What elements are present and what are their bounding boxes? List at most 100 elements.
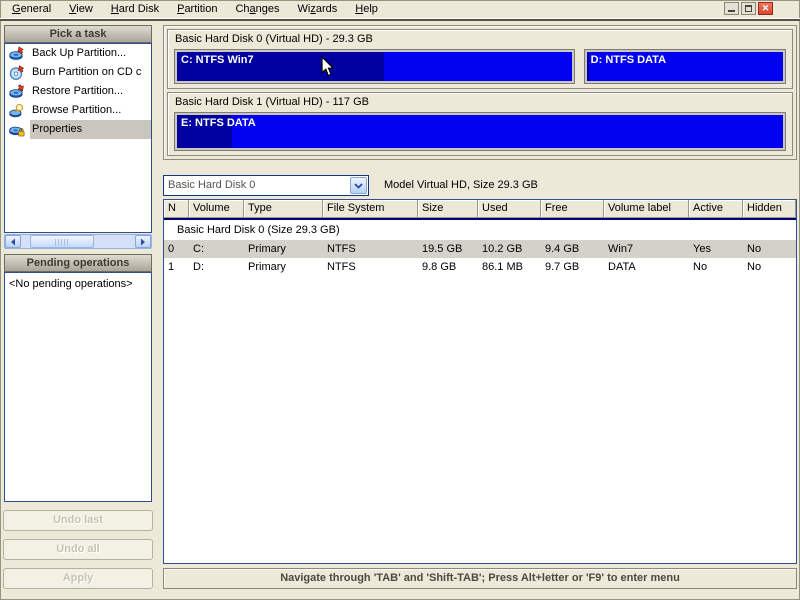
task-item-restore-partition[interactable]: Restore Partition... xyxy=(5,82,151,101)
disk-1-bars: E: NTFS DATA xyxy=(174,112,786,151)
disk-map-panel: Basic Hard Disk 0 (Virtual HD) - 29.3 GB… xyxy=(163,25,797,160)
partition-label: D: NTFS DATA xyxy=(590,54,667,66)
partition-label: E: NTFS DATA xyxy=(181,117,256,129)
column-header-used[interactable]: Used xyxy=(478,200,541,218)
scroll-left-button[interactable] xyxy=(5,235,21,248)
menu-bar: General View Hard Disk Partition Changes… xyxy=(0,0,800,18)
menu-hard-disk[interactable]: Hard Disk xyxy=(102,1,168,17)
table-cell: NTFS xyxy=(327,261,356,273)
task-item-backup-partition[interactable]: Back Up Partition... xyxy=(5,44,151,63)
arrow-left-icon xyxy=(11,238,15,245)
minimize-button[interactable] xyxy=(724,2,739,15)
volumes-table: N Volume Type File System Size Used Free… xyxy=(163,199,797,564)
tasks-panel-header: Pick a task xyxy=(4,25,152,43)
app-window: General View Hard Disk Partition Changes… xyxy=(0,0,800,600)
table-cell: Primary xyxy=(248,243,286,255)
combo-dropdown-button[interactable] xyxy=(350,177,367,194)
partition-bar-d[interactable]: D: NTFS DATA xyxy=(583,49,786,84)
undo-last-button[interactable]: Undo last xyxy=(3,510,153,531)
apply-button[interactable]: Apply xyxy=(3,568,153,589)
disk-selector-row: Basic Hard Disk 0 Model Virtual HD, Size… xyxy=(163,175,797,196)
partition-bar-e[interactable]: E: NTFS DATA xyxy=(174,112,786,151)
column-header-active[interactable]: Active xyxy=(689,200,743,218)
table-cell: 9.4 GB xyxy=(545,243,580,255)
partition-bar-c[interactable]: C: NTFS Win7 xyxy=(174,49,575,84)
disk-1-section: Basic Hard Disk 1 (Virtual HD) - 117 GB … xyxy=(167,92,793,156)
task-item-browse-partition[interactable]: Browse Partition... xyxy=(5,101,151,120)
restore-partition-icon xyxy=(9,83,25,100)
properties-icon xyxy=(9,122,25,138)
table-row[interactable]: 0 C: Primary NTFS 19.5 GB 10.2 GB 9.4 GB… xyxy=(164,240,796,258)
sidebar: Pick a task Back Up Partition... Burn Pa… xyxy=(0,21,160,600)
task-label: Burn Partition on CD c xyxy=(32,66,142,78)
menu-view[interactable]: View xyxy=(60,1,102,17)
maximize-icon xyxy=(745,5,752,12)
table-cell: No xyxy=(747,243,762,255)
status-bar: Navigate through 'TAB' and 'Shift-TAB'; … xyxy=(163,568,797,589)
mouse-cursor xyxy=(321,56,335,77)
undo-all-button[interactable]: Undo all xyxy=(3,539,153,560)
table-row[interactable]: 1 D: Primary NTFS 9.8 GB 86.1 MB 9.7 GB … xyxy=(164,258,796,276)
disk-0-title: Basic Hard Disk 0 (Virtual HD) - 29.3 GB xyxy=(175,33,373,45)
combo-selected-value: Basic Hard Disk 0 xyxy=(168,179,256,191)
chevron-down-icon xyxy=(354,182,363,189)
browse-partition-icon xyxy=(9,103,25,119)
table-cell: 86.1 MB xyxy=(482,261,523,273)
task-list-horizontal-scrollbar[interactable] xyxy=(4,234,152,249)
close-icon: ✕ xyxy=(761,3,770,13)
task-label: Restore Partition... xyxy=(32,85,124,97)
table-cell: 9.7 GB xyxy=(545,261,580,273)
task-list: Back Up Partition... Burn Partition on C… xyxy=(4,43,152,233)
pending-empty-text: <No pending operations> xyxy=(9,278,133,290)
table-cell: Primary xyxy=(248,261,286,273)
table-cell: C: xyxy=(193,243,204,255)
menu-changes[interactable]: Changes xyxy=(226,1,288,17)
column-header-volume[interactable]: Volume xyxy=(189,200,244,218)
task-label: Properties xyxy=(30,120,151,139)
disk-0-bars: C: NTFS Win7 D: NTFS DATA xyxy=(174,49,786,84)
disk-0-section: Basic Hard Disk 0 (Virtual HD) - 29.3 GB… xyxy=(167,29,793,89)
table-cell: 19.5 GB xyxy=(422,243,463,255)
table-cell: 9.8 GB xyxy=(422,261,457,273)
table-cell: 0 xyxy=(168,243,175,255)
burn-cd-icon xyxy=(9,64,25,81)
table-cell: No xyxy=(747,261,762,273)
column-header-n[interactable]: N xyxy=(164,200,189,218)
menu-general[interactable]: General xyxy=(3,1,60,17)
scrollbar-thumb[interactable] xyxy=(30,235,94,248)
table-cell: Yes xyxy=(693,243,711,255)
column-header-size[interactable]: Size xyxy=(418,200,478,218)
table-cell: D: xyxy=(193,261,204,273)
close-button[interactable]: ✕ xyxy=(758,2,773,15)
table-cell: NTFS xyxy=(327,243,356,255)
disk-selector-combobox[interactable]: Basic Hard Disk 0 xyxy=(163,175,369,196)
task-item-properties[interactable]: Properties xyxy=(5,120,151,139)
menu-partition[interactable]: Partition xyxy=(168,1,226,17)
table-header-row: N Volume Type File System Size Used Free… xyxy=(164,200,796,218)
table-cell: Win7 xyxy=(608,243,634,255)
menu-wizards[interactable]: Wizards xyxy=(289,1,347,17)
table-cell: No xyxy=(693,261,708,273)
window-controls: ✕ xyxy=(724,2,773,15)
maximize-button[interactable] xyxy=(741,2,756,15)
column-header-type[interactable]: Type xyxy=(244,200,323,218)
disk-1-title: Basic Hard Disk 1 (Virtual HD) - 117 GB xyxy=(175,96,369,108)
task-label: Browse Partition... xyxy=(32,104,122,116)
column-header-hidden[interactable]: Hidden xyxy=(743,200,796,218)
table-cell: 1 xyxy=(168,261,175,273)
menu-help[interactable]: Help xyxy=(346,1,387,17)
arrow-right-icon xyxy=(141,238,145,245)
task-label: Back Up Partition... xyxy=(32,47,127,59)
minimize-icon xyxy=(728,10,735,12)
column-header-free[interactable]: Free xyxy=(541,200,604,218)
used-space xyxy=(586,52,589,81)
column-header-file-system[interactable]: File System xyxy=(323,200,418,218)
column-header-volume-label[interactable]: Volume label xyxy=(604,200,689,218)
table-cell: 10.2 GB xyxy=(482,243,523,255)
backup-partition-icon xyxy=(9,46,25,62)
task-item-burn-partition-cd[interactable]: Burn Partition on CD c xyxy=(5,63,151,82)
table-cell: DATA xyxy=(608,261,636,273)
partition-label: C: NTFS Win7 xyxy=(181,54,254,66)
disk-group-row: Basic Hard Disk 0 (Size 29.3 GB) xyxy=(177,224,340,236)
scroll-right-button[interactable] xyxy=(135,235,151,248)
